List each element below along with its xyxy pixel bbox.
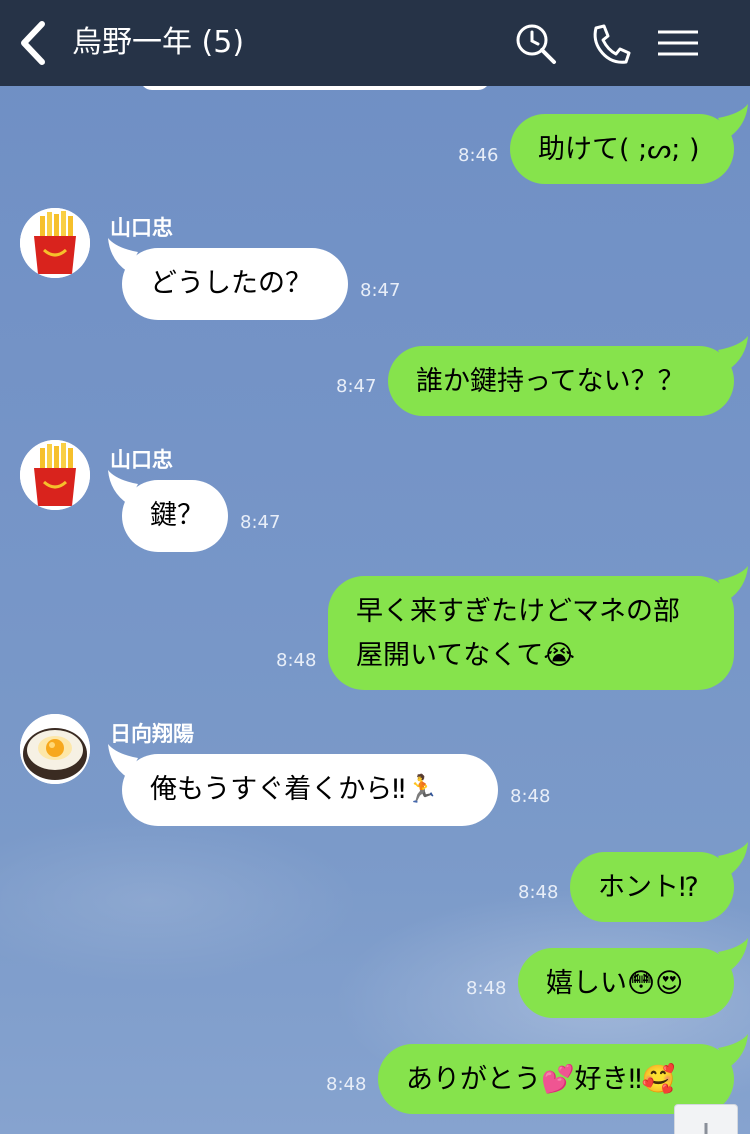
message-time: 8:48 xyxy=(510,786,551,807)
message-text: ありがとう💕好き‼🥰 xyxy=(406,1064,676,1095)
message-text: 俺もうすぐ着くから‼🏃 xyxy=(150,774,439,805)
message-text: 助けて( ;ᔕ; ) xyxy=(538,134,700,165)
message-bubble-incoming[interactable]: 鍵？ xyxy=(108,470,228,552)
avatar[interactable] xyxy=(20,714,90,784)
message-text-line: 早く来すぎたけどマネの部 xyxy=(356,596,680,627)
message-time: 8:47 xyxy=(336,376,377,397)
fries-icon xyxy=(20,208,90,278)
bubble-tail xyxy=(108,744,138,778)
message-bubble-outgoing[interactable]: 誰か鍵持ってない？？ xyxy=(388,336,748,416)
message-time: 8:48 xyxy=(326,1074,367,1095)
bubble-tail xyxy=(718,938,748,972)
phone-icon[interactable] xyxy=(588,22,632,66)
message-bubble-incoming[interactable]: 俺もうすぐ着くから‼🏃 xyxy=(108,744,498,826)
arrow-down-icon xyxy=(704,1123,708,1134)
bubble-tail xyxy=(718,566,748,600)
message-bubble-incoming[interactable]: どうしたの？ xyxy=(108,238,348,320)
bubble-tail xyxy=(718,336,748,370)
bubble-tail xyxy=(718,1034,748,1068)
message-time: 8:47 xyxy=(360,280,401,301)
avatar[interactable] xyxy=(20,440,90,510)
back-chevron-icon[interactable] xyxy=(14,20,54,66)
message-bubble-outgoing[interactable]: 早く来すぎたけどマネの部 屋開いてなくて😭 xyxy=(328,566,748,690)
message-text: 鍵？ xyxy=(150,500,204,531)
message-time: 8:47 xyxy=(240,512,281,533)
message-time: 8:48 xyxy=(276,650,317,671)
chat-title[interactable]: 烏野一年 (5) xyxy=(72,22,244,64)
search-icon[interactable] xyxy=(514,22,558,66)
message-text: ホント⁉ xyxy=(598,872,699,903)
avatar[interactable] xyxy=(20,208,90,278)
egg-rice-icon xyxy=(20,714,90,784)
message-time: 8:46 xyxy=(458,145,499,166)
bubble-tail xyxy=(108,470,138,504)
message-text: どうしたの？ xyxy=(150,268,312,299)
message-text: 嬉しい😳😍 xyxy=(546,968,684,999)
message-bubble-outgoing[interactable]: ホント⁉ xyxy=(570,842,748,922)
menu-icon[interactable] xyxy=(656,22,702,66)
message-text: 誰か鍵持ってない？？ xyxy=(416,366,685,397)
bubble-tail xyxy=(718,104,748,138)
bubble-tail xyxy=(718,842,748,876)
message-bubble-outgoing[interactable]: 助けて( ;ᔕ; ) xyxy=(510,104,748,184)
message-text-line: 屋開いてなくて😭 xyxy=(356,640,575,671)
bubble-tail xyxy=(108,238,138,272)
message-time: 8:48 xyxy=(466,978,507,999)
message-bubble-outgoing[interactable]: 嬉しい😳😍 xyxy=(518,938,748,1018)
message-time: 8:48 xyxy=(518,882,559,903)
fries-icon xyxy=(20,440,90,510)
chat-header: 烏野一年 (5) xyxy=(0,0,750,86)
scroll-down-button[interactable] xyxy=(674,1104,738,1134)
